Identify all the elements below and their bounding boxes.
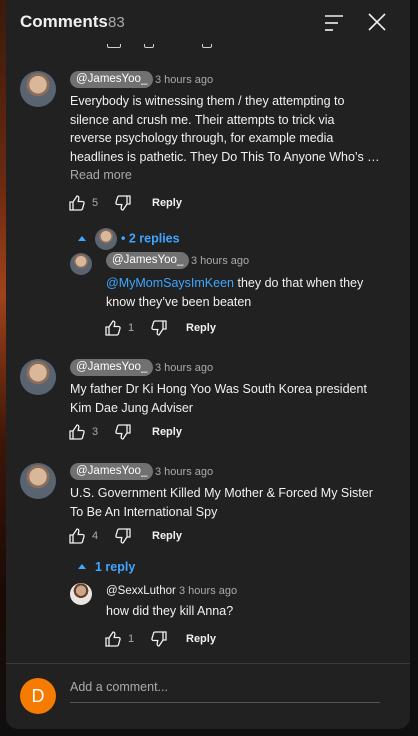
avatar[interactable] (70, 253, 92, 275)
comments-title: Comments (20, 12, 108, 31)
mention-link[interactable]: @MyMomSaysImKeen (106, 276, 234, 290)
comment-actions: 4 Reply (68, 527, 268, 547)
comment-text: Everybody is witnessing them / they atte… (70, 92, 390, 166)
comment-line: they do that when they (234, 276, 364, 290)
replies-count-label: • (121, 231, 129, 246)
sort-icon[interactable] (323, 12, 345, 34)
replies-toggle[interactable]: 1 reply (78, 560, 135, 574)
comments-panel: Comments 83 @JamesYoo_ 3 hours ago Every… (6, 0, 410, 729)
input-underline (70, 702, 380, 703)
dislike-icon (144, 44, 154, 48)
replies-count-label: 1 reply (95, 560, 136, 574)
comment-line: how did they kill Anna? (106, 604, 234, 618)
comment-line: reverse psychology through, for example … (70, 131, 334, 145)
reply-button[interactable]: Reply (186, 322, 216, 334)
comment-line: Everybody is witnessing them / they atte… (70, 94, 345, 108)
add-comment-input[interactable]: Add a comment... (70, 680, 380, 702)
comment-actions: 1 Reply (104, 630, 304, 650)
comment-author[interactable]: @JamesYoo_ (70, 463, 154, 480)
avatar[interactable] (20, 359, 56, 395)
comment-line: headlines is pathetic. They Do This To A… (70, 149, 380, 164)
reply-button[interactable]: Reply (186, 633, 216, 645)
comment-time[interactable]: 3 hours ago (179, 585, 237, 597)
like-icon[interactable] (68, 423, 86, 441)
comment-author[interactable]: @JamesYoo_ (106, 252, 190, 269)
dislike-icon[interactable] (114, 423, 132, 441)
comment-text: U.S. Government Killed My Mother & Force… (70, 484, 390, 521)
comment-text: @MyMomSaysImKeen they do that when they … (106, 274, 386, 311)
reply-button[interactable]: Reply (152, 530, 182, 542)
comment-line: know they’ve been beaten (106, 294, 252, 309)
like-count: 1 (128, 322, 135, 334)
dislike-icon[interactable] (150, 319, 168, 337)
caret-up-icon (78, 564, 86, 570)
like-icon[interactable] (104, 319, 122, 337)
avatar[interactable] (20, 463, 56, 499)
like-count: 1 (128, 633, 135, 645)
comment-time[interactable]: 3 hours ago (155, 74, 213, 86)
caret-up-icon (78, 235, 86, 241)
comment-text: how did they kill Anna? (106, 602, 386, 621)
dislike-icon[interactable] (150, 630, 168, 648)
reply-fragment (202, 44, 212, 48)
comment-author[interactable]: @JamesYoo_ (70, 71, 154, 88)
comments-list[interactable]: @JamesYoo_ 3 hours ago Everybody is witn… (6, 52, 410, 664)
comment-author[interactable]: @SexxLuthor (106, 585, 176, 597)
like-count: 3 (92, 426, 99, 438)
dislike-icon[interactable] (114, 527, 132, 545)
comment-time[interactable]: 3 hours ago (155, 362, 213, 374)
replies-toggle[interactable]: • 2 replies (78, 228, 180, 250)
close-icon[interactable] (366, 11, 388, 33)
comments-header: Comments 83 (6, 0, 410, 44)
comment-line: Kim Dae Jung Adviser (70, 400, 193, 415)
comment-actions: 3 Reply (68, 423, 268, 443)
dislike-icon[interactable] (114, 194, 132, 212)
like-icon (107, 44, 121, 48)
reply-button[interactable]: Reply (152, 426, 182, 438)
comment-line: To Be An International Spy (70, 504, 218, 519)
avatar[interactable] (70, 583, 92, 605)
user-avatar[interactable]: D (20, 678, 56, 714)
like-count: 4 (92, 530, 99, 542)
like-count: 5 (92, 197, 99, 209)
comment-author[interactable]: @JamesYoo_ (70, 359, 154, 376)
like-icon[interactable] (104, 630, 122, 648)
like-icon[interactable] (68, 194, 86, 212)
comment-time[interactable]: 3 hours ago (155, 466, 213, 478)
comment-line: U.S. Government Killed My Mother & Force… (70, 486, 373, 500)
replies-count-label: 2 replies (128, 231, 180, 246)
comment-text: My father Dr Ki Hong Yoo Was South Korea… (70, 380, 390, 417)
read-more-link[interactable]: Read more (70, 168, 132, 182)
comment-actions: 5 Reply (68, 194, 268, 214)
divider (6, 663, 410, 664)
clipped-previous-comment-actions (6, 44, 410, 50)
comment-time[interactable]: 3 hours ago (191, 255, 249, 267)
comment-line: silence and crush me. Their attempts to … (70, 112, 335, 127)
comment-line: My father Dr Ki Hong Yoo Was South Korea… (70, 382, 367, 396)
comments-count: 83 (108, 14, 125, 31)
comment-actions: 1 Reply (104, 319, 304, 339)
avatar[interactable] (20, 71, 56, 107)
avatar (95, 228, 117, 250)
reply-button[interactable]: Reply (152, 197, 182, 209)
like-icon[interactable] (68, 527, 86, 545)
